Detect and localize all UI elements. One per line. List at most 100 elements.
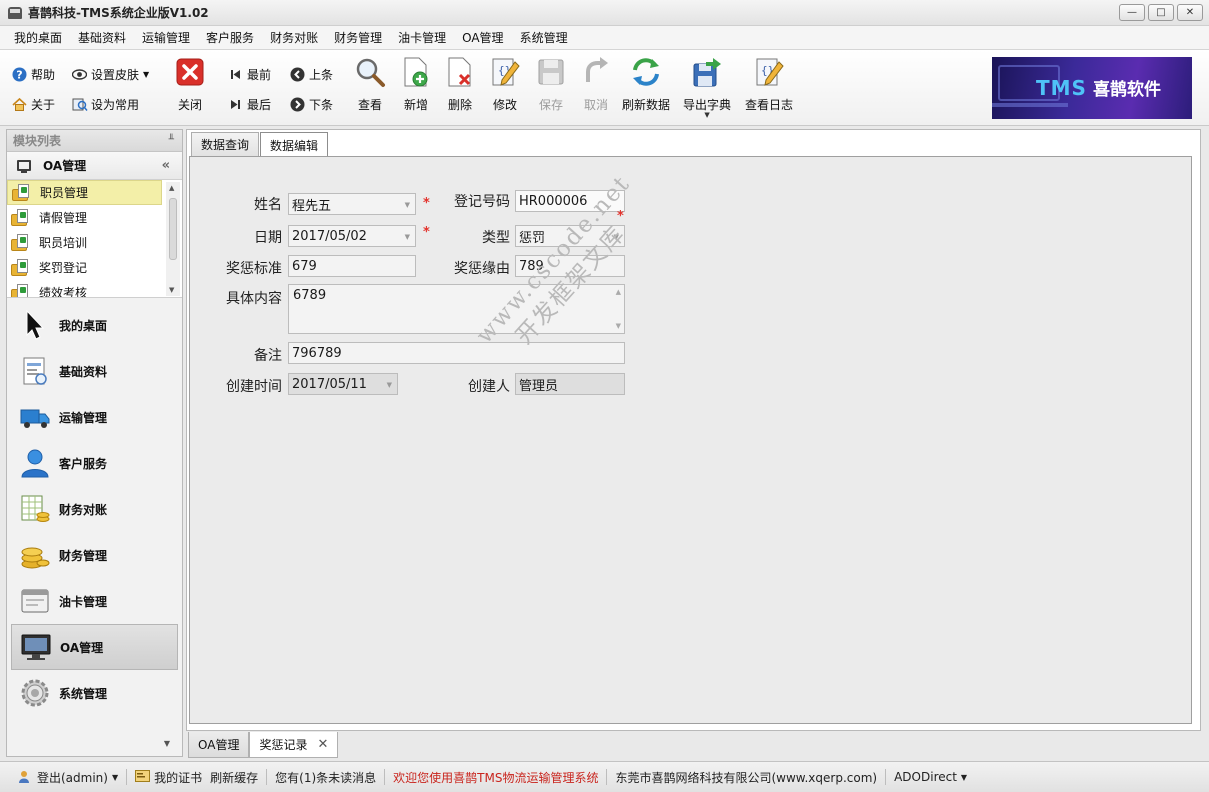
logout-menu[interactable]: 登出(admin) ▼ <box>18 769 126 786</box>
created-time-label: 创建时间 <box>226 379 282 395</box>
submodule-performance[interactable]: 绩效考核 <box>7 280 162 297</box>
close-button[interactable]: 关闭 <box>174 56 206 113</box>
submodule-reward-punish[interactable]: 奖罚登记 <box>7 255 162 280</box>
remark-field[interactable]: 796789 <box>288 342 625 364</box>
first-record-button[interactable]: 最前 <box>228 65 271 83</box>
nav-my-desktop[interactable]: 我的桌面 <box>7 302 182 348</box>
last-record-button[interactable]: 最后 <box>228 95 271 113</box>
my-certificate-link[interactable]: 我的证书 <box>135 769 210 786</box>
new-document-icon <box>400 56 432 88</box>
content-textarea[interactable]: 6789 ▲ ▼ <box>288 284 625 334</box>
skin-button[interactable]: 设置皮肤 ▼ <box>71 65 150 83</box>
undo-icon <box>580 56 612 88</box>
scroll-up-icon[interactable]: ▲ <box>616 288 621 296</box>
next-record-button[interactable]: 下条 <box>290 95 333 113</box>
submodule-leave[interactable]: 请假管理 <box>7 205 162 230</box>
reason-field[interactable]: 789 <box>515 255 625 277</box>
status-bar: 登出(admin) ▼ 我的证书 刷新缓存 您有(1)条未读消息 欢迎您使用喜鹊… <box>0 761 1209 792</box>
nav-customer-service[interactable]: 客户服务 <box>7 440 182 486</box>
required-mark: * <box>423 196 430 211</box>
refresh-cache-link[interactable]: 刷新缓存 <box>210 769 266 786</box>
menu-customer-service[interactable]: 客户服务 <box>198 26 262 50</box>
db-mode-menu[interactable]: ADODirect ▼ <box>894 770 975 784</box>
logo-name: 喜鹊软件 <box>1092 80 1161 100</box>
skin-dropdown-icon: ▼ <box>143 69 150 79</box>
tab-data-edit[interactable]: 数据编辑 <box>260 132 329 157</box>
close-tab-icon[interactable]: ✕ <box>317 737 328 752</box>
export-dict-button[interactable]: 导出字典 ▼ <box>683 56 731 119</box>
nav-system[interactable]: 系统管理 <box>7 670 182 716</box>
dropdown-arrow-icon[interactable]: ▼ <box>405 233 410 241</box>
add-button[interactable]: 新增 <box>400 56 432 113</box>
edit-icon: {} <box>489 56 521 88</box>
unread-messages-link[interactable]: 您有(1)条未读消息 <box>275 769 384 786</box>
dropdown-arrow-icon[interactable]: ▼ <box>405 201 410 209</box>
nav-basic-data[interactable]: 基础资料 <box>7 348 182 394</box>
folder-doc-icon <box>12 183 34 202</box>
menu-basic-data[interactable]: 基础资料 <box>70 26 134 50</box>
menu-my-desktop[interactable]: 我的桌面 <box>6 26 70 50</box>
minimize-button[interactable]: — <box>1119 4 1145 21</box>
scroll-down-icon[interactable]: ▼ <box>616 322 621 330</box>
nav-finance[interactable]: 财务管理 <box>7 532 182 578</box>
db-dropdown-icon: ▼ <box>960 772 968 782</box>
user-icon <box>18 770 33 785</box>
pin-icon[interactable]: ╨ <box>169 135 174 145</box>
save-icon <box>535 56 567 88</box>
dropdown-arrow-icon[interactable]: ▼ <box>614 233 619 241</box>
refresh-icon <box>630 56 662 88</box>
view-button[interactable]: 查看 <box>354 56 386 113</box>
scroll-thumb[interactable] <box>169 198 177 260</box>
collapse-icon[interactable]: « <box>162 158 170 173</box>
first-icon <box>228 67 243 82</box>
cancel-button[interactable]: 取消 <box>580 56 612 113</box>
edit-button[interactable]: {} 修改 <box>489 56 521 113</box>
doc-tab-reward-punish[interactable]: 奖惩记录 ✕ <box>249 732 339 758</box>
prev-record-button[interactable]: 上条 <box>290 65 333 83</box>
regno-field[interactable]: HR000006 <box>515 190 625 212</box>
save-button[interactable]: 保存 <box>535 56 567 113</box>
scroll-down-icon[interactable]: ▼ <box>169 286 174 294</box>
date-label: 日期 <box>254 230 282 246</box>
certificate-icon <box>135 769 151 785</box>
nav-oa[interactable]: OA管理 <box>11 624 178 670</box>
doc-tab-oa[interactable]: OA管理 <box>188 732 250 758</box>
nav-finance-reconcile[interactable]: 财务对账 <box>7 486 182 532</box>
menu-oa[interactable]: OA管理 <box>454 26 511 50</box>
maximize-button[interactable]: □ <box>1148 4 1174 21</box>
close-window-button[interactable]: ✕ <box>1177 4 1203 21</box>
menu-finance-reconcile[interactable]: 财务对账 <box>262 26 326 50</box>
name-field[interactable]: 程先五 ▼ <box>288 193 416 215</box>
next-icon <box>290 97 305 112</box>
nav-more-icon[interactable]: ▼ <box>164 739 170 748</box>
set-common-button[interactable]: 设为常用 <box>72 95 139 113</box>
menu-fuel-card[interactable]: 油卡管理 <box>390 26 454 50</box>
coins-icon <box>19 539 51 571</box>
delete-document-icon <box>444 56 476 88</box>
type-field[interactable]: 惩罚 ▼ <box>515 225 625 247</box>
standard-field[interactable]: 679 <box>288 255 416 277</box>
menu-finance[interactable]: 财务管理 <box>326 26 390 50</box>
about-button[interactable]: 关于 <box>12 95 55 113</box>
help-icon: ? <box>12 67 27 82</box>
date-field[interactable]: 2017/05/02 ▼ <box>288 225 416 247</box>
view-log-button[interactable]: {} 查看日志 <box>745 56 793 113</box>
delete-button[interactable]: 删除 <box>444 56 476 113</box>
refresh-button[interactable]: 刷新数据 <box>622 56 670 113</box>
help-button[interactable]: ? 帮助 <box>12 65 55 83</box>
module-group-oa[interactable]: OA管理 « <box>7 152 182 180</box>
card-window-icon <box>19 585 51 617</box>
magnifier-icon <box>354 56 386 88</box>
creator-label: 创建人 <box>468 379 510 395</box>
nav-fuel-card[interactable]: 油卡管理 <box>7 578 182 624</box>
tab-data-query[interactable]: 数据查询 <box>191 132 260 156</box>
nav-transport[interactable]: 运输管理 <box>7 394 182 440</box>
menu-transport[interactable]: 运输管理 <box>134 26 198 50</box>
submodule-staff[interactable]: 职员管理 <box>7 180 162 205</box>
regno-label: 登记号码 <box>454 194 510 210</box>
submodule-training[interactable]: 职员培训 <box>7 230 162 255</box>
submodule-scrollbar[interactable]: ▲ ▼ <box>166 182 180 296</box>
scroll-up-icon[interactable]: ▲ <box>169 184 174 192</box>
export-icon <box>691 56 723 88</box>
menu-system[interactable]: 系统管理 <box>512 26 576 50</box>
